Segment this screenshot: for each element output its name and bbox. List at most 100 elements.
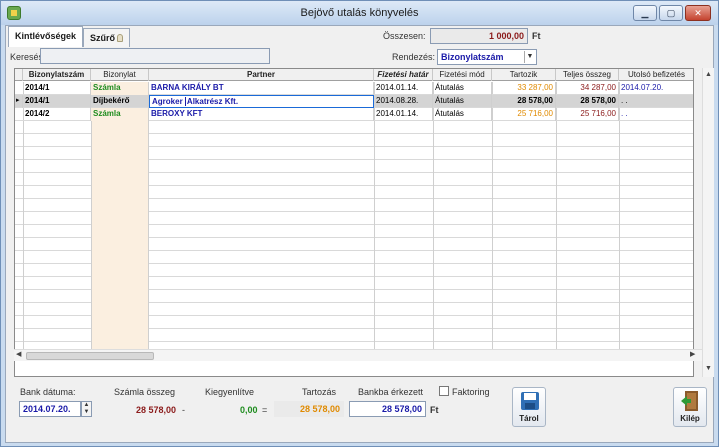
save-button[interactable]: Tárol	[512, 387, 546, 427]
total-label: Összesen:	[383, 31, 426, 41]
col-utolso-befizetes[interactable]: Utolsó befizetés	[619, 69, 693, 81]
bulb-icon	[117, 34, 124, 42]
cell-due: 2014.01.14.	[374, 108, 433, 121]
title-bar[interactable]: Bejövő utalás könyvelés ▁ ▢ ✕	[1, 1, 718, 25]
col-bizonylat[interactable]: Bizonylat	[91, 69, 149, 81]
arrived-unit: Ft	[430, 405, 439, 415]
col-teljes-osszeg[interactable]: Teljes összeg	[556, 69, 619, 81]
close-icon: ✕	[694, 8, 702, 18]
table-row[interactable]: 2014/1 Számla BARNA KIRÁLY BT 2014.01.14…	[15, 82, 693, 95]
grid-line	[619, 82, 620, 351]
sort-value: Bizonylatszám	[441, 52, 504, 62]
header-indicator	[15, 69, 23, 81]
grid-line	[492, 82, 493, 351]
total-unit: Ft	[532, 31, 541, 41]
exit-button[interactable]: Kilép	[673, 387, 707, 427]
grid-line	[23, 82, 24, 351]
factoring-checkbox[interactable]	[439, 386, 449, 396]
maximize-icon: ▢	[666, 8, 676, 18]
partner-name-part: Alkatrész Kft.	[184, 97, 239, 106]
tab-label: Kintlévőségek	[15, 31, 77, 41]
close-button[interactable]: ✕	[685, 5, 711, 21]
cell-total: 34 287,00	[556, 82, 619, 95]
window-title: Bejövő utalás könyvelés	[300, 7, 419, 19]
client-area: Kintlévőségek Szűrő Összesen: 1 000,00 F…	[5, 25, 714, 443]
save-label: Tárol	[519, 414, 539, 423]
cell-pay-mode: Átutalás	[433, 82, 492, 95]
cell-last-paid: . .	[619, 108, 693, 121]
data-table: Bizonylatszám Bizonylat Partner Fizetési…	[14, 68, 694, 377]
cell-last-paid: 2014.07.20.	[619, 82, 693, 95]
cell-partner: BEROXY KFT	[149, 108, 374, 121]
invoice-sum-value: 28 578,00	[136, 405, 177, 415]
total-value: 1 000,00	[430, 28, 528, 44]
settled-label: Kiegyenlítve	[205, 387, 255, 397]
table-row-selected[interactable]: ▸ 2014/1 Díjbekérő Agroker Alkatrész Kft…	[15, 95, 693, 108]
horizontal-scrollbar[interactable]: ◀ ▶	[14, 349, 702, 361]
bank-date-label: Bank dátuma:	[20, 387, 76, 397]
spin-icon[interactable]: ▲ ▼	[81, 401, 92, 417]
scroll-thumb[interactable]	[26, 352, 154, 360]
cell-last-paid: . .	[619, 95, 693, 108]
cell-partner[interactable]: Agroker Alkatrész Kft.	[149, 95, 374, 108]
cell-due: 2014.08.28.	[374, 95, 433, 108]
cell-doc-type: Számla	[91, 108, 149, 121]
owed-value: 28 578,00	[274, 401, 344, 417]
cell-partner: BARNA KIRÁLY BT	[149, 82, 374, 95]
scroll-right-icon[interactable]: ▶	[690, 350, 695, 360]
cell-pay-mode: Átutalás	[433, 108, 492, 121]
bank-date-input[interactable]: 2014.07.20.	[19, 401, 81, 417]
cell-doc-no: 2014/1	[23, 95, 91, 108]
exit-door-icon	[681, 391, 698, 411]
table-grid	[15, 82, 693, 351]
cell-owed: 28 578,00	[492, 95, 556, 108]
cell-owed: 25 716,00	[492, 108, 556, 121]
cell-doc-type: Díjbekérő	[91, 95, 149, 108]
exit-label: Kilép	[680, 414, 700, 423]
minus-sign: -	[182, 405, 185, 415]
cell-doc-no: 2014/1	[23, 82, 91, 95]
cell-total: 28 578,00	[556, 95, 619, 108]
tab-kintlevosegek[interactable]: Kintlévőségek	[8, 26, 84, 47]
grid-line	[374, 82, 375, 351]
arrived-label: Bankba érkezett	[358, 387, 424, 397]
equals-sign: =	[262, 405, 268, 415]
table-header: Bizonylatszám Bizonylat Partner Fizetési…	[15, 69, 693, 81]
partner-name-part: Agroker	[152, 97, 183, 106]
scroll-left-icon[interactable]: ◀	[16, 350, 21, 360]
search-input[interactable]	[40, 48, 270, 64]
factoring-label: Faktoring	[452, 387, 490, 397]
cell-doc-type: Számla	[91, 82, 149, 95]
col-partner[interactable]: Partner	[149, 69, 374, 81]
col-fizetesi-mod[interactable]: Fizetési mód	[433, 69, 492, 81]
floppy-disk-icon	[521, 392, 539, 410]
scroll-up-icon[interactable]: ▲	[705, 70, 712, 80]
maximize-button[interactable]: ▢	[659, 5, 683, 21]
tab-szuro[interactable]: Szűrő	[83, 28, 131, 47]
cell-owed: 33 287,00	[492, 82, 556, 95]
col-bizonylatszam[interactable]: Bizonylatszám	[23, 69, 91, 81]
app-window: Bejövő utalás könyvelés ▁ ▢ ✕ Kintlévősé…	[0, 0, 719, 447]
minimize-button[interactable]: ▁	[633, 5, 657, 21]
scroll-down-icon[interactable]: ▼	[705, 364, 712, 374]
settled-value: 0,00	[240, 405, 258, 415]
cell-total: 25 716,00	[556, 108, 619, 121]
table-row[interactable]: 2014/2 Számla BEROXY KFT 2014.01.14. Átu…	[15, 108, 693, 121]
tab-label: Szűrő	[90, 33, 116, 43]
bizonylat-column-fill	[91, 82, 149, 351]
grid-line	[556, 82, 557, 351]
cell-pay-mode: Átutalás	[433, 95, 492, 108]
row-pointer-icon: ▸	[15, 95, 23, 108]
col-tartozik[interactable]: Tartozik	[492, 69, 556, 81]
owed-label: Tartozás	[302, 387, 337, 397]
minimize-icon: ▁	[641, 8, 649, 18]
sort-select[interactable]: Bizonylatszám ▼	[437, 49, 537, 65]
arrived-input[interactable]: 28 578,00	[349, 401, 426, 417]
col-fizetesi-hatar[interactable]: Fizetési határ	[374, 69, 433, 81]
dropdown-icon[interactable]: ▼	[524, 51, 535, 63]
vertical-scrollbar[interactable]: ▲ ▼	[702, 68, 714, 377]
invoice-sum-label: Számla összeg	[114, 387, 176, 397]
grid-line	[433, 82, 434, 351]
cell-doc-no: 2014/2	[23, 108, 91, 121]
cell-due: 2014.01.14.	[374, 82, 433, 95]
